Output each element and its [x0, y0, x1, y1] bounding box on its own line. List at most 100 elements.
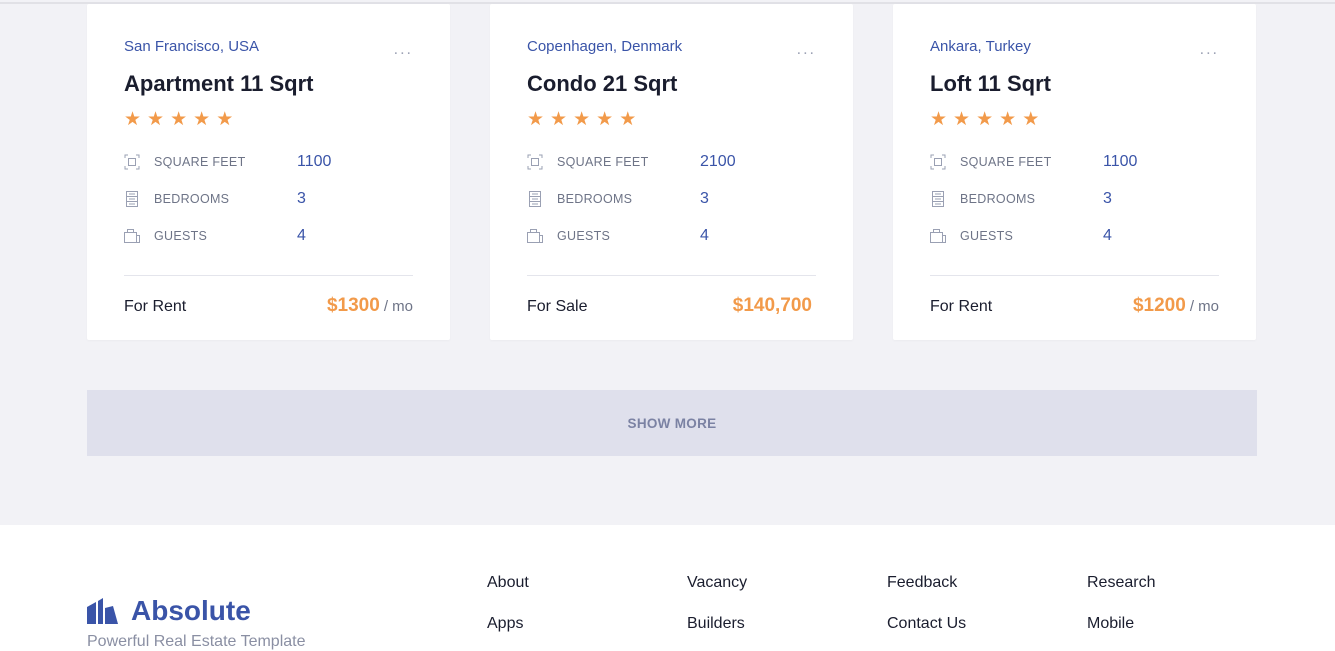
brand[interactable]: Absolute [87, 595, 251, 627]
listing-specs: SQUARE FEET 1100 BEDROOMS 3 GUESTS 4 [930, 143, 1219, 254]
star-icon: ★ [550, 108, 568, 130]
footer-link-apps[interactable]: Apps [487, 613, 687, 635]
more-options-icon[interactable]: ... [797, 42, 816, 58]
listing-location[interactable]: San Francisco, USA [124, 37, 413, 57]
footer-link-feedback[interactable]: Feedback [887, 572, 1087, 594]
star-rating: ★ ★ ★ ★ ★ [124, 109, 413, 129]
more-options-icon[interactable]: ... [1200, 42, 1219, 58]
listing-cards: San Francisco, USA ... Apartment 11 Sqrt… [87, 4, 1256, 340]
spec-value: 3 [1103, 189, 1112, 207]
spec-label: SQUARE FEET [557, 154, 649, 169]
price-period: / mo [1189, 298, 1219, 315]
star-icon: ★ [999, 108, 1017, 130]
spec-value: 1100 [1103, 152, 1138, 170]
spec-row-guests: GUESTS 4 [527, 217, 816, 254]
brand-name: Absolute [131, 595, 251, 626]
star-icon: ★ [527, 108, 545, 130]
card-footer: For Rent $1200/ mo [930, 295, 1219, 317]
spec-label: GUESTS [557, 228, 611, 243]
listing-specs: SQUARE FEET 1100 BEDROOMS 3 GUESTS 4 [124, 143, 413, 254]
listing-card[interactable]: San Francisco, USA ... Apartment 11 Sqrt… [87, 4, 450, 340]
footer-link-research[interactable]: Research [1087, 572, 1287, 594]
listing-price-group: $1200/ mo [1133, 295, 1219, 317]
spec-row-bedrooms: BEDROOMS 3 [124, 180, 413, 217]
footer-link-about[interactable]: About [487, 572, 687, 594]
square-feet-icon [124, 154, 140, 169]
listing-status: For Rent [124, 298, 187, 315]
more-options-icon[interactable]: ... [394, 42, 413, 58]
listing-title[interactable]: Condo 21 Sqrt [527, 71, 816, 97]
star-icon: ★ [573, 108, 591, 130]
spec-label: BEDROOMS [557, 191, 633, 206]
star-icon: ★ [976, 108, 994, 130]
listing-status: For Sale [527, 298, 588, 315]
footer-link-mobile[interactable]: Mobile [1087, 613, 1287, 635]
spec-value: 1100 [297, 152, 332, 170]
listing-specs: SQUARE FEET 2100 BEDROOMS 3 GUESTS 4 [527, 143, 816, 254]
listing-title[interactable]: Loft 11 Sqrt [930, 71, 1219, 97]
site-footer: Absolute Powerful Real Estate Template A… [0, 525, 1335, 651]
bedrooms-icon [529, 190, 541, 207]
star-icon: ★ [193, 108, 211, 130]
star-rating: ★ ★ ★ ★ ★ [527, 109, 816, 129]
spec-label: GUESTS [960, 228, 1014, 243]
star-icon: ★ [1022, 108, 1040, 130]
spec-value: 4 [1103, 226, 1112, 244]
show-more-button[interactable]: SHOW MORE [87, 390, 1257, 456]
guests-icon [527, 228, 543, 243]
card-footer: For Sale $140,700 [527, 295, 816, 317]
card-divider [124, 275, 413, 276]
spec-row-square-feet: SQUARE FEET 2100 [527, 143, 816, 180]
listing-location[interactable]: Ankara, Turkey [930, 37, 1219, 57]
star-icon: ★ [124, 108, 142, 130]
spec-row-bedrooms: BEDROOMS 3 [527, 180, 816, 217]
listing-location[interactable]: Copenhagen, Denmark [527, 37, 816, 57]
guests-icon [124, 228, 140, 243]
spec-label: SQUARE FEET [960, 154, 1052, 169]
listing-price-group: $140,700 [733, 295, 816, 317]
spec-value: 3 [297, 189, 306, 207]
spec-label: SQUARE FEET [154, 154, 246, 169]
spec-row-square-feet: SQUARE FEET 1100 [124, 143, 413, 180]
star-icon: ★ [170, 108, 188, 130]
star-icon: ★ [930, 108, 948, 130]
star-icon: ★ [953, 108, 971, 130]
listing-title[interactable]: Apartment 11 Sqrt [124, 71, 413, 97]
listing-card[interactable]: Copenhagen, Denmark ... Condo 21 Sqrt ★ … [490, 4, 853, 340]
square-feet-icon [527, 154, 543, 169]
spec-row-guests: GUESTS 4 [930, 217, 1219, 254]
spec-label: BEDROOMS [960, 191, 1036, 206]
card-footer: For Rent $1300/ mo [124, 295, 413, 317]
guests-icon [930, 228, 946, 243]
star-rating: ★ ★ ★ ★ ★ [930, 109, 1219, 129]
listing-price-group: $1300/ mo [327, 295, 413, 317]
spec-row-square-feet: SQUARE FEET 1100 [930, 143, 1219, 180]
price-period: / mo [383, 298, 413, 315]
spec-value: 3 [700, 189, 709, 207]
listing-price: $1300 [326, 295, 380, 316]
page: San Francisco, USA ... Apartment 11 Sqrt… [0, 0, 1335, 651]
footer-link-vacancy[interactable]: Vacancy [687, 572, 887, 594]
footer-link-contact-us[interactable]: Contact Us [887, 613, 1087, 635]
square-feet-icon [930, 154, 946, 169]
listing-card[interactable]: Ankara, Turkey ... Loft 11 Sqrt ★ ★ ★ ★ … [893, 4, 1256, 340]
listing-price: $1200 [1132, 295, 1186, 316]
star-icon: ★ [147, 108, 165, 130]
listing-price: $140,700 [732, 295, 812, 316]
spec-row-bedrooms: BEDROOMS 3 [930, 180, 1219, 217]
building-logo-icon [87, 598, 118, 624]
listing-status: For Rent [930, 298, 993, 315]
spec-value: 4 [297, 226, 306, 244]
bedrooms-icon [932, 190, 944, 207]
footer-link-builders[interactable]: Builders [687, 613, 887, 635]
footer-links: About Vacancy Feedback Research Apps Bui… [487, 572, 1287, 635]
star-icon: ★ [216, 108, 234, 130]
star-icon: ★ [596, 108, 614, 130]
card-divider [930, 275, 1219, 276]
star-icon: ★ [619, 108, 637, 130]
bedrooms-icon [126, 190, 138, 207]
spec-value: 2100 [700, 152, 736, 170]
spec-label: BEDROOMS [154, 191, 230, 206]
spec-row-guests: GUESTS 4 [124, 217, 413, 254]
spec-value: 4 [700, 226, 709, 244]
